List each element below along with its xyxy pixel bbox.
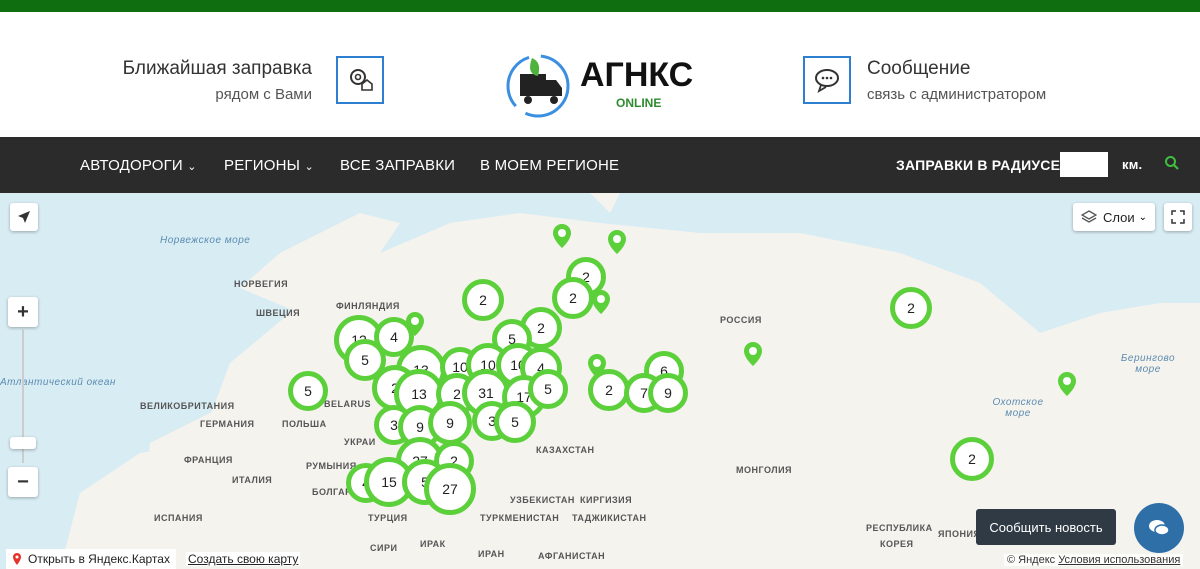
map-label-korea: КОРЕЯ bbox=[880, 539, 914, 549]
map-label-tajikistan: ТАДЖИКИСТАН bbox=[572, 513, 647, 523]
nav-my-region[interactable]: В МОЕМ РЕГИОНЕ bbox=[480, 157, 619, 174]
station-cluster[interactable]: 5 bbox=[288, 371, 328, 411]
map-label-poland: ПОЛЬША bbox=[282, 419, 327, 429]
message-title: Сообщение bbox=[867, 58, 971, 79]
station-cluster[interactable]: 2 bbox=[890, 287, 932, 329]
map-label-france: ФРАНЦИЯ bbox=[184, 455, 233, 465]
map-label-okhotsk: Охотское море bbox=[992, 397, 1044, 419]
map-label-iran: ИРАН bbox=[478, 549, 505, 559]
top-accent-bar bbox=[0, 0, 1200, 12]
chevron-down-icon: ⌄ bbox=[1138, 211, 1147, 223]
station-pin-icon[interactable] bbox=[551, 223, 573, 249]
nearest-station-block[interactable]: Ближайшая заправка рядом с Вами bbox=[94, 58, 312, 103]
chevron-down-icon: ⌄ bbox=[187, 161, 197, 173]
map-label-belarus: BELARUS bbox=[324, 399, 372, 409]
layers-icon bbox=[1080, 210, 1097, 223]
map-label-spain: ИСПАНИЯ bbox=[154, 513, 203, 523]
zoom-out-button[interactable]: − bbox=[8, 467, 38, 497]
chat-bubble-icon[interactable] bbox=[803, 56, 851, 104]
map-label-romania: РУМЫНИЯ bbox=[306, 461, 357, 471]
chevron-down-icon: ⌄ bbox=[304, 161, 314, 173]
search-icon[interactable] bbox=[1164, 155, 1180, 176]
terms-link[interactable]: Условия использования bbox=[1058, 554, 1180, 566]
chat-icon bbox=[1149, 520, 1170, 536]
map-label-atlantic: Атлантический океан bbox=[0, 377, 116, 388]
station-pin-icon[interactable] bbox=[606, 229, 628, 255]
station-pin-icon[interactable] bbox=[1056, 371, 1078, 397]
nav-regions[interactable]: РЕГИОНЫ ⌄ bbox=[224, 157, 314, 174]
station-cluster[interactable]: 2 bbox=[950, 437, 994, 481]
radius-label: ЗАПРАВКИ В РАДИУСЕ bbox=[896, 157, 1061, 173]
radius-input[interactable] bbox=[1060, 152, 1108, 177]
map-label-korea-s: РЕСПУБЛИКА bbox=[866, 523, 933, 533]
create-map-link[interactable]: Создать свою карту bbox=[186, 552, 301, 566]
zoom-slider-handle[interactable] bbox=[10, 437, 36, 449]
zoom-in-button[interactable]: + bbox=[8, 297, 38, 327]
map-label-italy: ИТАЛИЯ bbox=[232, 475, 273, 485]
map-label-norway: НОРВЕГИЯ bbox=[234, 279, 289, 289]
station-cluster[interactable]: 9 bbox=[428, 401, 472, 445]
map-label-turkey: ТУРЦИЯ bbox=[368, 513, 408, 523]
nav-all-stations[interactable]: ВСЕ ЗАПРАВКИ bbox=[340, 157, 455, 174]
message-subtitle: связь с администратором bbox=[867, 86, 1047, 103]
station-cluster[interactable]: 9 bbox=[648, 373, 688, 413]
map-label-ukraine: УКРАИ bbox=[344, 437, 376, 447]
map-label-afghanistan: АФГАНИСТАН bbox=[538, 551, 606, 561]
site-header: Ближайшая заправка рядом с Вами АГНКС ON… bbox=[0, 12, 1200, 137]
map-label-kyrgyzstan: КИРГИЗИЯ bbox=[580, 495, 633, 505]
map-label-norwegian-sea: Норвежское море bbox=[160, 235, 251, 246]
radius-unit: км. bbox=[1122, 157, 1143, 172]
location-home-icon[interactable] bbox=[336, 56, 384, 104]
map-label-japan: ЯПОНИЯ bbox=[938, 529, 981, 539]
minus-icon: − bbox=[17, 470, 29, 493]
map-label-germany: ГЕРМАНИЯ bbox=[200, 419, 255, 429]
main-nav: АВТОДОРОГИ ⌄ РЕГИОНЫ ⌄ ВСЕ ЗАПРАВКИ В МО… bbox=[0, 137, 1200, 193]
plus-icon: + bbox=[17, 300, 29, 323]
nearest-title: Ближайшая заправка bbox=[122, 58, 312, 79]
map-label-sweden: ШВЕЦИЯ bbox=[256, 308, 301, 318]
station-cluster[interactable]: 2 bbox=[552, 277, 594, 319]
news-tooltip: Сообщить новость bbox=[976, 509, 1116, 545]
station-cluster[interactable]: 5 bbox=[494, 401, 536, 443]
nav-regions-label: РЕГИОНЫ bbox=[224, 157, 301, 174]
map-label-finland: ФИНЛЯНДИЯ bbox=[336, 301, 400, 311]
map-copyright: © Яндекс Условия использования bbox=[1004, 554, 1184, 566]
station-cluster[interactable]: 5 bbox=[528, 369, 568, 409]
nearest-subtitle: рядом с Вами bbox=[215, 86, 312, 103]
truck-logo-icon bbox=[506, 54, 570, 118]
message-block[interactable]: Сообщение связь с администратором bbox=[867, 58, 1046, 103]
copyright-text: © Яндекс bbox=[1007, 554, 1056, 566]
station-cluster[interactable]: 2 bbox=[462, 279, 504, 321]
layers-button[interactable]: Слои ⌄ bbox=[1073, 203, 1155, 231]
geolocate-arrow-icon[interactable] bbox=[10, 203, 38, 231]
map-label-mongolia: МОНГОЛИЯ bbox=[736, 465, 793, 475]
map-label-russia: РОССИЯ bbox=[720, 315, 762, 325]
report-news-button[interactable] bbox=[1134, 503, 1184, 553]
logo-text: АГНКС bbox=[580, 56, 694, 94]
fullscreen-icon[interactable] bbox=[1164, 203, 1192, 231]
open-in-yandex[interactable]: Открыть в Яндекс.Картах bbox=[6, 549, 176, 569]
layers-label: Слои bbox=[1102, 209, 1135, 225]
logo-subtext: ONLINE bbox=[616, 96, 662, 110]
site-logo[interactable]: АГНКС ONLINE bbox=[504, 50, 704, 122]
news-tooltip-label: Сообщить новость bbox=[989, 519, 1103, 535]
map-label-kazakhstan: КАЗАХСТАН bbox=[536, 445, 595, 455]
map-label-turkmenistan: ТУРКМЕНИСТАН bbox=[480, 513, 560, 523]
map-label-iraq: ИРАК bbox=[420, 539, 446, 549]
map-pin-red-icon bbox=[13, 553, 21, 565]
map-label-syria: СИРИ bbox=[370, 543, 398, 553]
nav-roads-label: АВТОДОРОГИ bbox=[80, 157, 183, 174]
open-in-yandex-label: Открыть в Яндекс.Картах bbox=[28, 552, 170, 566]
map[interactable]: Норвежское море Атлантический океан НОРВ… bbox=[0, 193, 1200, 569]
map-label-bering: Берингово море bbox=[1120, 353, 1176, 375]
map-label-uk: ВЕЛИКОБРИТАНИЯ bbox=[140, 401, 235, 411]
station-cluster[interactable]: 27 bbox=[424, 463, 476, 515]
nav-roads[interactable]: АВТОДОРОГИ ⌄ bbox=[80, 157, 197, 174]
station-pin-icon[interactable] bbox=[742, 341, 764, 367]
map-label-uzbekistan: УЗБЕКИСТАН bbox=[510, 495, 575, 505]
